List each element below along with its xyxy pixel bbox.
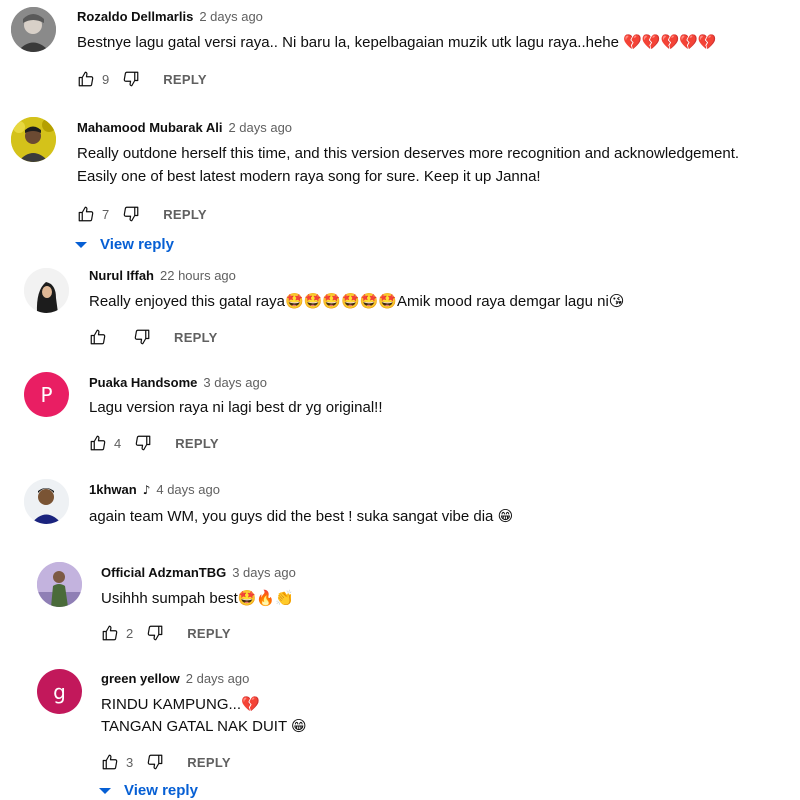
like-icon[interactable]: [86, 431, 110, 455]
reply-button[interactable]: REPLY: [175, 436, 219, 451]
like-icon[interactable]: [98, 621, 122, 645]
like-icon[interactable]: [74, 67, 98, 91]
kiss-emoji: 😘: [608, 292, 625, 310]
dislike-icon[interactable]: [119, 202, 143, 226]
author-name[interactable]: Puaka Handsome: [89, 375, 197, 390]
comment-text-line-1: Really outdone herself this time, and th…: [77, 145, 740, 162]
comment-time[interactable]: 2 days ago: [199, 9, 263, 24]
view-reply-label: View reply: [124, 782, 198, 799]
like-count: 3: [126, 754, 134, 770]
like-count: 4: [114, 435, 122, 451]
dislike-icon[interactable]: [131, 431, 155, 455]
comment-text: Usihhh sumpah best🤩🔥👏: [101, 589, 294, 607]
dislike-icon[interactable]: [130, 325, 154, 349]
like-count: 2: [126, 625, 134, 641]
grin-emoji: 😁: [497, 507, 514, 525]
star-fire-clap-emojis: 🤩🔥👏: [237, 589, 294, 607]
chevron-down-icon: [98, 786, 112, 796]
reply-button[interactable]: REPLY: [163, 207, 207, 222]
comment-text: Bestnye lagu gatal versi raya.. Ni baru …: [77, 31, 717, 54]
like-icon[interactable]: [98, 750, 122, 774]
author-name[interactable]: 1khwan: [89, 482, 137, 497]
comment-line: Bestnye lagu gatal versi raya.. Ni baru …: [77, 34, 619, 51]
avatar[interactable]: [11, 117, 56, 162]
author-name[interactable]: Official AdzmanTBG: [101, 565, 226, 580]
comment-text: Lagu version raya ni lagi best dr yg ori…: [89, 399, 383, 416]
comment-time[interactable]: 22 hours ago: [160, 268, 236, 283]
grin-emoji: 😁: [291, 717, 307, 735]
avatar-letter: P: [40, 382, 53, 407]
like-icon[interactable]: [86, 325, 110, 349]
avatar[interactable]: [11, 7, 56, 52]
comment-text-line-2: TANGAN GATAL NAK DUIT 😁: [101, 717, 307, 735]
author-name[interactable]: Mahamood Mubarak Ali: [77, 120, 222, 135]
comment-text: again team WM, you guys did the best ! s…: [89, 507, 514, 525]
reply-button[interactable]: REPLY: [174, 330, 218, 345]
dislike-icon[interactable]: [119, 67, 143, 91]
view-reply-button[interactable]: View reply: [74, 236, 174, 253]
comment-text: Really enjoyed this gatal raya🤩🤩🤩🤩🤩🤩Amik…: [89, 292, 625, 310]
chevron-down-icon: [74, 240, 88, 250]
dislike-icon[interactable]: [143, 750, 167, 774]
view-reply-label: View reply: [100, 236, 174, 253]
star-struck-emojis: 🤩🤩🤩🤩🤩🤩: [284, 292, 398, 310]
like-count: 9: [102, 71, 110, 87]
comment-time[interactable]: 3 days ago: [232, 565, 296, 580]
broken-heart-emojis: 💔💔💔💔💔: [623, 33, 717, 51]
comment-time[interactable]: 3 days ago: [203, 375, 267, 390]
like-icon[interactable]: [74, 202, 98, 226]
author-name[interactable]: Rozaldo Dellmarlis: [77, 9, 193, 24]
avatar[interactable]: P: [24, 372, 69, 417]
view-reply-button[interactable]: View reply: [98, 782, 198, 799]
reply-button[interactable]: REPLY: [187, 626, 231, 641]
broken-heart-emoji: 💔: [241, 695, 260, 713]
avatar[interactable]: [24, 268, 69, 313]
avatar[interactable]: [24, 479, 69, 524]
comment-text-line-1: RINDU KAMPUNG...💔: [101, 695, 260, 713]
avatar-letter: g: [53, 679, 66, 704]
author-name[interactable]: Nurul Iffah: [89, 268, 154, 283]
comment-time[interactable]: 2 days ago: [228, 120, 292, 135]
author-name[interactable]: green yellow: [101, 671, 180, 686]
reply-button[interactable]: REPLY: [187, 755, 231, 770]
like-count: 7: [102, 206, 110, 222]
avatar[interactable]: g: [37, 669, 82, 714]
comment-time[interactable]: 2 days ago: [186, 671, 250, 686]
comment-time[interactable]: 4 days ago: [156, 482, 220, 497]
music-note-icon: ♪: [142, 483, 151, 497]
comment-text-line-2: Easily one of best latest modern raya so…: [77, 168, 541, 185]
reply-button[interactable]: REPLY: [163, 72, 207, 87]
dislike-icon[interactable]: [143, 621, 167, 645]
avatar[interactable]: [37, 562, 82, 607]
